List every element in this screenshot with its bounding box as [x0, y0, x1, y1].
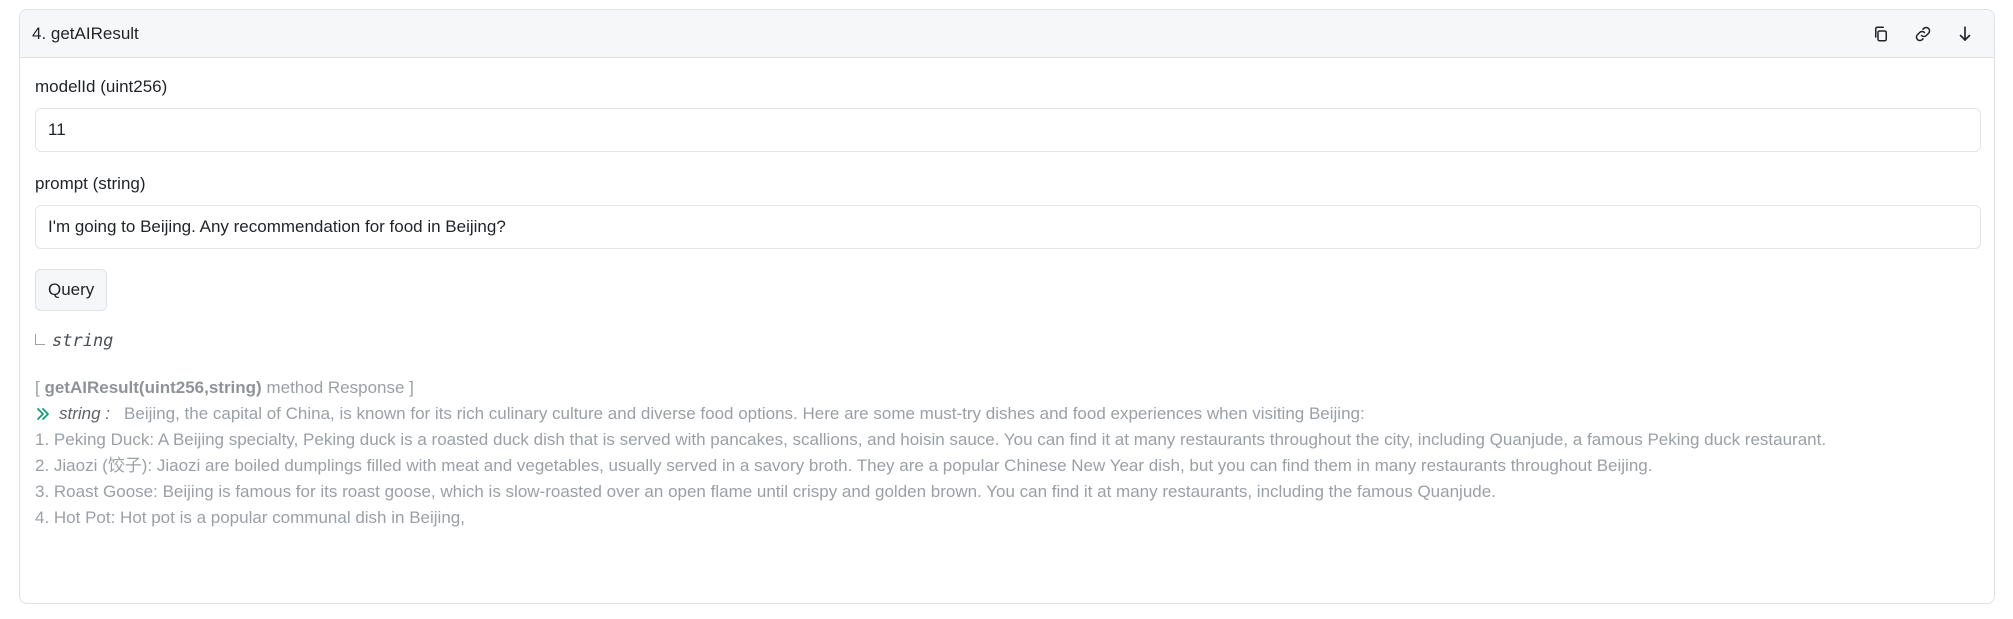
response-key: string :	[59, 404, 111, 423]
response-line: 3. Roast Goose: Beijing is famous for it…	[35, 482, 1496, 501]
method-card-body: modelId (uint256) 11 prompt (string) I'm…	[20, 77, 1994, 531]
response-line: 2. Jiaozi (饺子): Jiaozi are boiled dumpli…	[35, 456, 1653, 475]
method-card-header[interactable]: 4. getAIResult	[20, 10, 1994, 58]
response-header: [ getAIResult(uint256,string) method Res…	[35, 375, 1979, 401]
prompt-label: prompt (string)	[35, 174, 146, 193]
link-icon[interactable]	[1912, 23, 1934, 45]
tree-corner-icon	[35, 333, 45, 345]
response-signature: getAIResult(uint256,string)	[44, 378, 262, 397]
response-line: Beijing, the capital of China, is known …	[124, 404, 1365, 423]
method-title: 4. getAIResult	[32, 23, 139, 43]
response-block: [ getAIResult(uint256,string) method Res…	[35, 375, 1979, 531]
model-id-label: modelId (uint256)	[35, 77, 168, 96]
response-line: 1. Peking Duck: A Beijing specialty, Pek…	[35, 430, 1827, 449]
arrow-down-icon[interactable]	[1954, 23, 1976, 45]
query-button[interactable]: Query	[35, 269, 108, 311]
method-card: 4. getAIResult modelId (uint256) 11 prom…	[19, 9, 1995, 604]
prompt-input[interactable]: I'm going to Beijing. Any recommendation…	[35, 205, 1981, 249]
response-open-bracket: [	[35, 378, 40, 397]
copy-icon[interactable]	[1870, 23, 1892, 45]
response-first-line: string : Beijing, the capital of China, …	[35, 401, 1979, 427]
return-type-label: string	[52, 331, 114, 351]
response-line: 4. Hot Pot: Hot pot is a popular communa…	[35, 508, 465, 527]
double-chevron-right-icon	[35, 406, 51, 422]
response-suffix: method Response ]	[266, 378, 414, 397]
model-id-input[interactable]: 11	[35, 108, 1981, 152]
return-type: string	[35, 331, 1979, 351]
header-actions	[1870, 23, 1982, 45]
